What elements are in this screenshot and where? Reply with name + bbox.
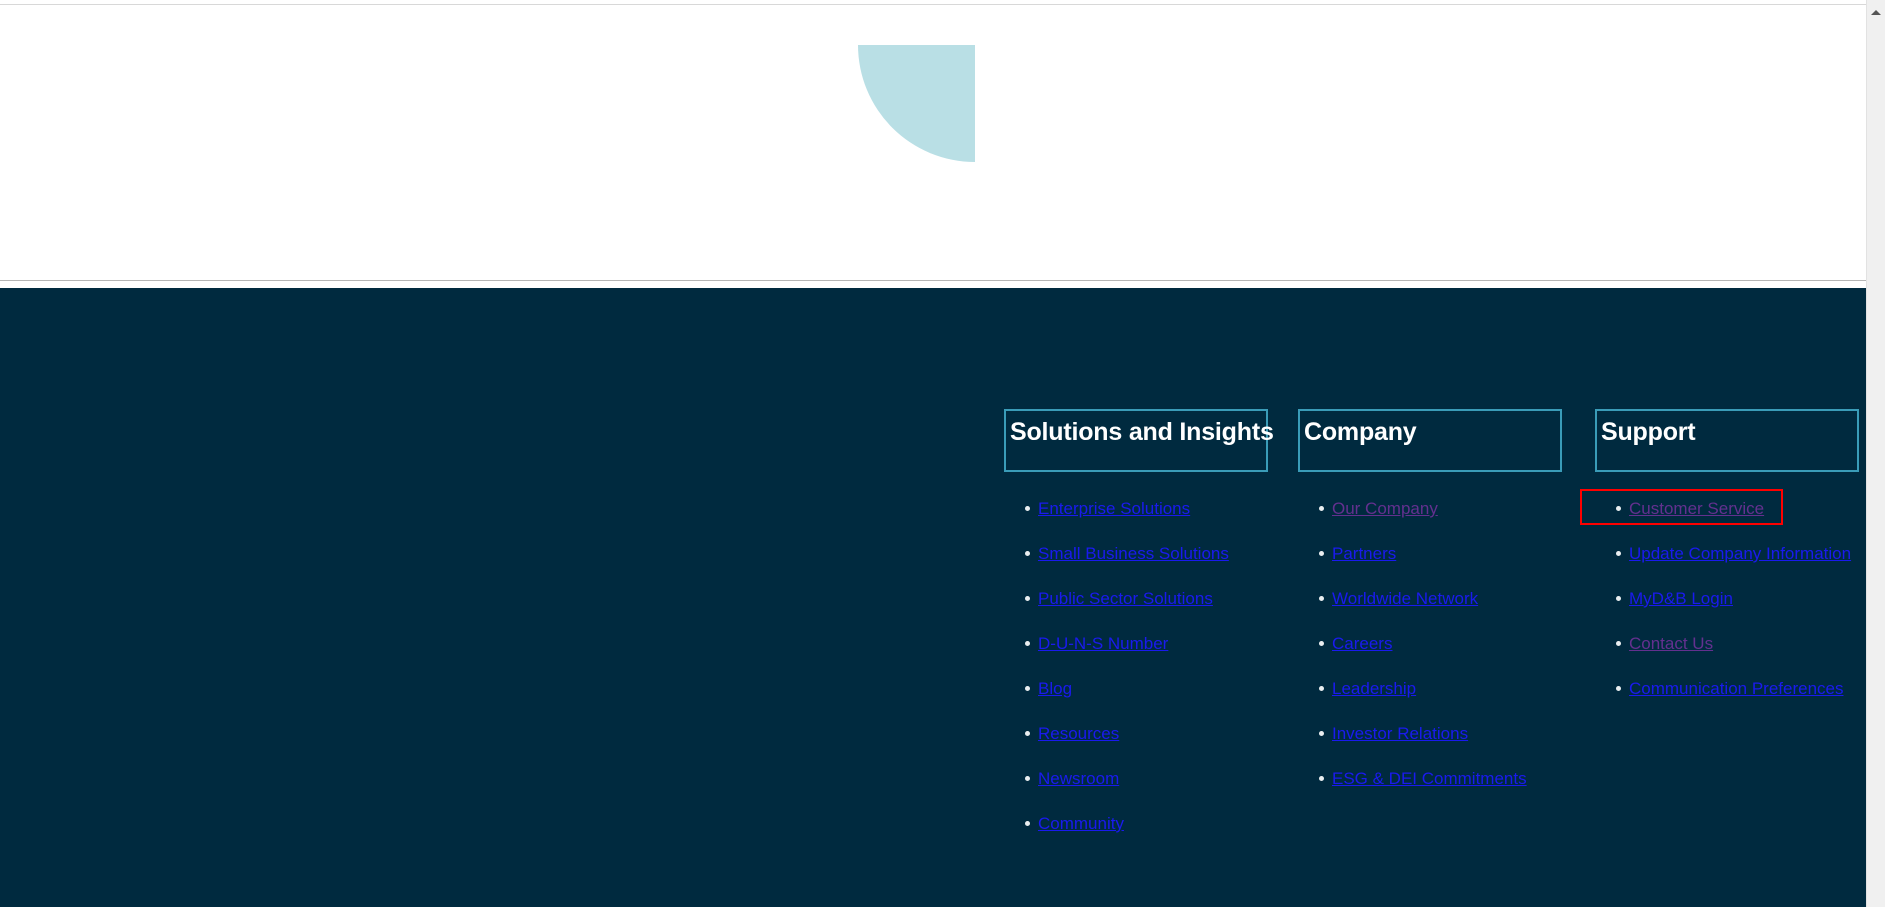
footer-link-esg-dei-commitments[interactable]: ESG & DEI Commitments bbox=[1332, 769, 1527, 788]
list-item: Communication Preferences bbox=[1595, 677, 1859, 700]
list-item: Partners bbox=[1298, 542, 1562, 565]
footer-column-support: Support Customer Service Update Company … bbox=[1595, 409, 1859, 722]
footer-columns: Solutions and Insights Enterprise Soluti… bbox=[1004, 409, 1866, 879]
footer-heading-solutions-and-insights: Solutions and Insights bbox=[1004, 409, 1274, 472]
footer-link-list-solutions-and-insights: Enterprise Solutions Small Business Solu… bbox=[1004, 497, 1268, 835]
list-item: Public Sector Solutions bbox=[1004, 587, 1268, 610]
footer-link-mydandb-login[interactable]: MyD&B Login bbox=[1629, 589, 1733, 608]
footer-link-our-company[interactable]: Our Company bbox=[1332, 499, 1438, 518]
list-item: Careers bbox=[1298, 632, 1562, 655]
list-item: Blog bbox=[1004, 677, 1268, 700]
vertical-scrollbar[interactable] bbox=[1866, 0, 1885, 907]
page-canvas: Solutions and Insights Enterprise Soluti… bbox=[0, 0, 1866, 907]
footer-link-blog[interactable]: Blog bbox=[1038, 679, 1072, 698]
list-item: Newsroom bbox=[1004, 767, 1268, 790]
footer-link-duns-number[interactable]: D-U-N-S Number bbox=[1038, 634, 1168, 653]
footer-link-investor-relations[interactable]: Investor Relations bbox=[1332, 724, 1468, 743]
footer-link-small-business-solutions[interactable]: Small Business Solutions bbox=[1038, 544, 1229, 563]
triangle-up-icon bbox=[1871, 10, 1881, 15]
footer-link-enterprise-solutions[interactable]: Enterprise Solutions bbox=[1038, 499, 1190, 518]
footer-link-worldwide-network[interactable]: Worldwide Network bbox=[1332, 589, 1478, 608]
list-item: ESG & DEI Commitments bbox=[1298, 767, 1562, 790]
site-footer: Solutions and Insights Enterprise Soluti… bbox=[0, 288, 1866, 907]
footer-link-leadership[interactable]: Leadership bbox=[1332, 679, 1416, 698]
list-item: Contact Us bbox=[1595, 632, 1859, 655]
list-item: Small Business Solutions bbox=[1004, 542, 1268, 565]
quarter-circle-decoration bbox=[858, 45, 975, 162]
footer-top-divider bbox=[0, 280, 1866, 281]
list-item: MyD&B Login bbox=[1595, 587, 1859, 610]
footer-heading-support: Support bbox=[1595, 409, 1859, 472]
footer-heading-company: Company bbox=[1298, 409, 1562, 472]
footer-link-contact-us[interactable]: Contact Us bbox=[1629, 634, 1713, 653]
footer-link-update-company-information[interactable]: Update Company Information bbox=[1629, 544, 1851, 563]
footer-column-company: Company Our Company Partners Worldwide N… bbox=[1298, 409, 1562, 812]
list-item: Update Company Information bbox=[1595, 542, 1859, 565]
list-item: Our Company bbox=[1298, 497, 1562, 520]
footer-link-list-support: Customer Service Update Company Informat… bbox=[1595, 497, 1859, 700]
footer-link-list-company: Our Company Partners Worldwide Network C… bbox=[1298, 497, 1562, 790]
footer-link-partners[interactable]: Partners bbox=[1332, 544, 1396, 563]
footer-link-community[interactable]: Community bbox=[1038, 814, 1124, 833]
list-item: Enterprise Solutions bbox=[1004, 497, 1268, 520]
list-item: Investor Relations bbox=[1298, 722, 1562, 745]
list-item: Community bbox=[1004, 812, 1268, 835]
list-item: Leadership bbox=[1298, 677, 1562, 700]
list-item: D-U-N-S Number bbox=[1004, 632, 1268, 655]
footer-link-careers[interactable]: Careers bbox=[1332, 634, 1392, 653]
footer-link-public-sector-solutions[interactable]: Public Sector Solutions bbox=[1038, 589, 1213, 608]
footer-link-customer-service[interactable]: Customer Service bbox=[1629, 499, 1764, 518]
list-item: Worldwide Network bbox=[1298, 587, 1562, 610]
scroll-up-arrow-icon[interactable] bbox=[1867, 4, 1885, 22]
footer-link-communication-preferences[interactable]: Communication Preferences bbox=[1629, 679, 1843, 698]
list-item: Resources bbox=[1004, 722, 1268, 745]
footer-column-solutions-and-insights: Solutions and Insights Enterprise Soluti… bbox=[1004, 409, 1274, 857]
footer-link-resources[interactable]: Resources bbox=[1038, 724, 1119, 743]
footer-link-newsroom[interactable]: Newsroom bbox=[1038, 769, 1119, 788]
hero-white-area bbox=[0, 5, 1866, 280]
list-item: Customer Service bbox=[1595, 497, 1859, 520]
